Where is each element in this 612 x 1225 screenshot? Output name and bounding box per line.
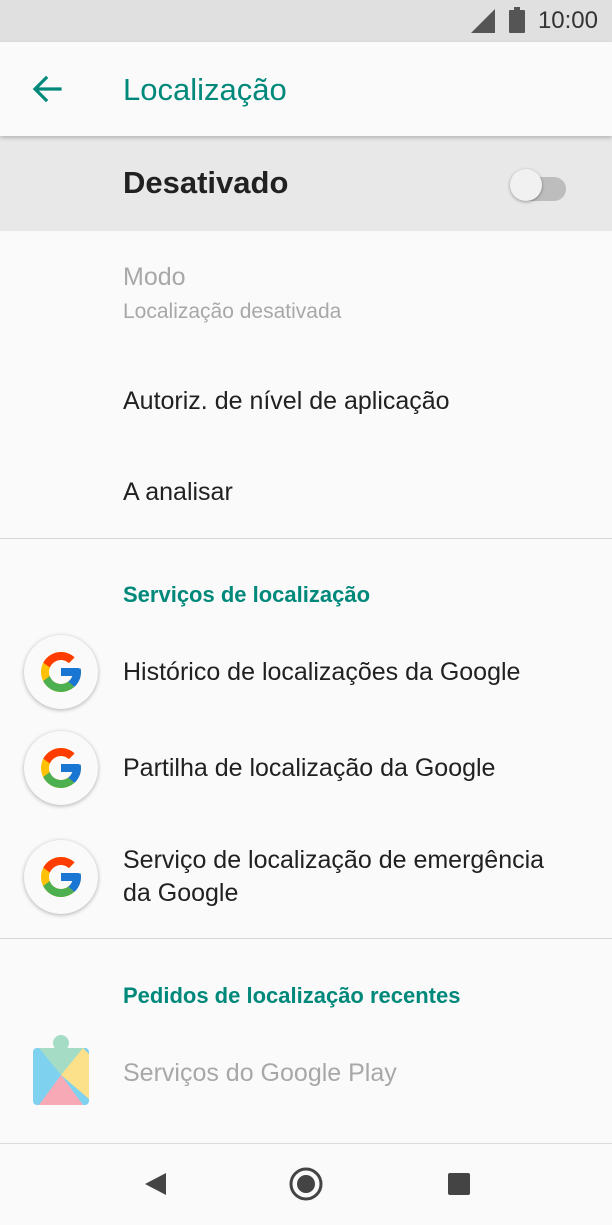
google-location-sharing-item[interactable]: Partilha de localização da Google: [0, 721, 612, 817]
app-level-permissions-title: Autoriz. de nível de aplicação: [123, 387, 450, 415]
location-services-header: Serviços de localização: [123, 582, 371, 607]
app-bar: Localização: [0, 42, 612, 136]
scanning-title: A analisar: [123, 478, 233, 506]
divider: [0, 538, 612, 539]
google-play-services-title: Serviços do Google Play: [123, 1059, 397, 1087]
recents-square-icon[interactable]: [444, 1166, 474, 1202]
battery-icon: [509, 7, 525, 33]
toggle-thumb: [510, 169, 542, 201]
location-toggle[interactable]: [508, 168, 570, 202]
page-title: Localização: [123, 72, 287, 107]
home-circle-icon[interactable]: [288, 1165, 324, 1203]
status-bar: 10:00: [0, 0, 612, 42]
google-emergency-location-title-line2: da Google: [123, 879, 239, 907]
google-location-history-item[interactable]: Histórico de localizações da Google: [0, 625, 612, 721]
scanning-setting[interactable]: A analisar: [0, 447, 612, 538]
status-time: 10:00: [537, 7, 598, 34]
google-emergency-location-title-line1: Serviço de localização de emergência: [123, 846, 545, 874]
back-triangle-icon[interactable]: [140, 1166, 168, 1202]
arrow-left-icon[interactable]: [30, 72, 64, 106]
google-g-icon: [24, 840, 98, 914]
google-play-services-item[interactable]: Serviços do Google Play: [0, 1026, 612, 1121]
navigation-bar: [0, 1143, 612, 1225]
google-location-sharing-title: Partilha de localização da Google: [123, 754, 496, 782]
mode-setting[interactable]: Modo Localização desativada: [0, 231, 612, 331]
recent-requests-header: Pedidos de localização recentes: [123, 983, 461, 1008]
google-emergency-location-item[interactable]: Serviço de localização de emergência da …: [0, 817, 612, 938]
app-level-permissions-setting[interactable]: Autoriz. de nível de aplicação: [0, 355, 612, 447]
divider: [0, 938, 612, 939]
master-switch-label: Desativado: [123, 165, 289, 200]
mode-title: Modo: [123, 263, 186, 291]
google-location-history-title: Histórico de localizações da Google: [123, 658, 521, 686]
mode-subtitle: Localização desativada: [123, 300, 342, 323]
google-g-icon: [24, 731, 98, 805]
google-g-icon: [24, 635, 98, 709]
signal-icon: [471, 9, 495, 33]
google-play-services-icon: [33, 1035, 89, 1105]
